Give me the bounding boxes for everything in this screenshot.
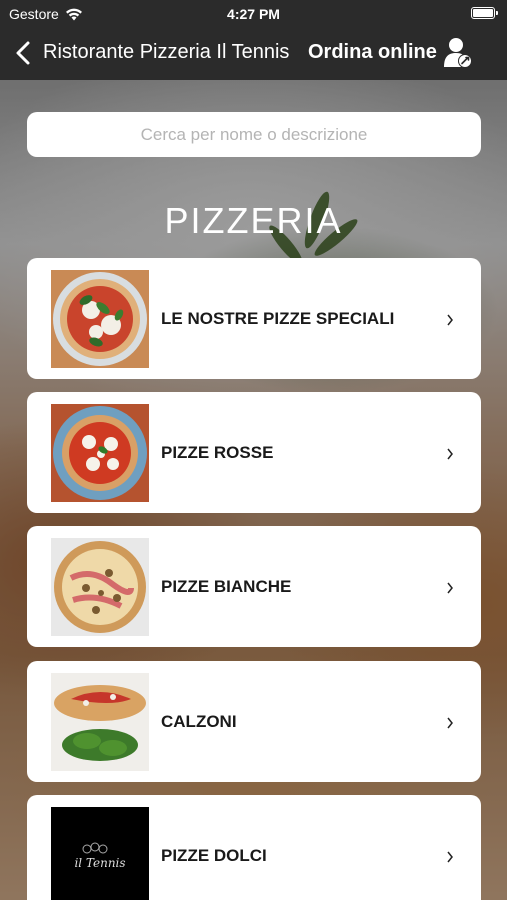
nav-title[interactable]: Ristorante Pizzeria Il Tennis (43, 41, 289, 64)
category-card-bianche[interactable]: PIZZE BIANCHE (27, 526, 481, 647)
logo-text: il Tennis (74, 856, 125, 870)
category-card-speciali[interactable]: LE NOSTRE PIZZE SPECIALI (27, 258, 481, 379)
chevron-right-icon (447, 582, 453, 594)
chevron-right-icon (447, 851, 453, 863)
chevron-right-icon (447, 448, 453, 460)
category-card-dolci[interactable]: il Tennis PIZZE DOLCI (27, 795, 481, 900)
il-tennis-logo: il Tennis (51, 807, 149, 900)
category-label: PIZZE BIANCHE (161, 577, 292, 596)
margherita-pizza-photo (51, 404, 149, 502)
category-card-rosse[interactable]: PIZZE ROSSE (27, 392, 481, 513)
chevron-right-icon (447, 717, 453, 729)
battery-icon (471, 7, 498, 19)
category-label: PIZZE DOLCI (161, 846, 267, 865)
category-label: PIZZE ROSSE (161, 443, 274, 462)
section-title: PIZZERIA (164, 200, 343, 241)
status-time: 4:27 PM (227, 6, 280, 22)
back-chevron-icon[interactable] (12, 40, 36, 66)
category-label: CALZONI (161, 712, 237, 731)
category-card-calzoni[interactable]: CALZONI (27, 661, 481, 782)
chevron-right-icon (447, 314, 453, 326)
category-label: LE NOSTRE PIZZE SPECIALI (161, 309, 395, 328)
special-pizza-photo (51, 270, 149, 368)
calzone-photo (51, 673, 149, 771)
order-online-button[interactable]: Ordina online (308, 41, 437, 64)
white-pizza-photo (51, 538, 149, 636)
status-bar: Gestore 4:27 PM (0, 0, 507, 28)
navigation-bar: Ristorante Pizzeria Il Tennis Ordina onl… (0, 28, 507, 80)
search-input[interactable] (27, 112, 481, 157)
user-account-icon[interactable] (443, 36, 473, 70)
